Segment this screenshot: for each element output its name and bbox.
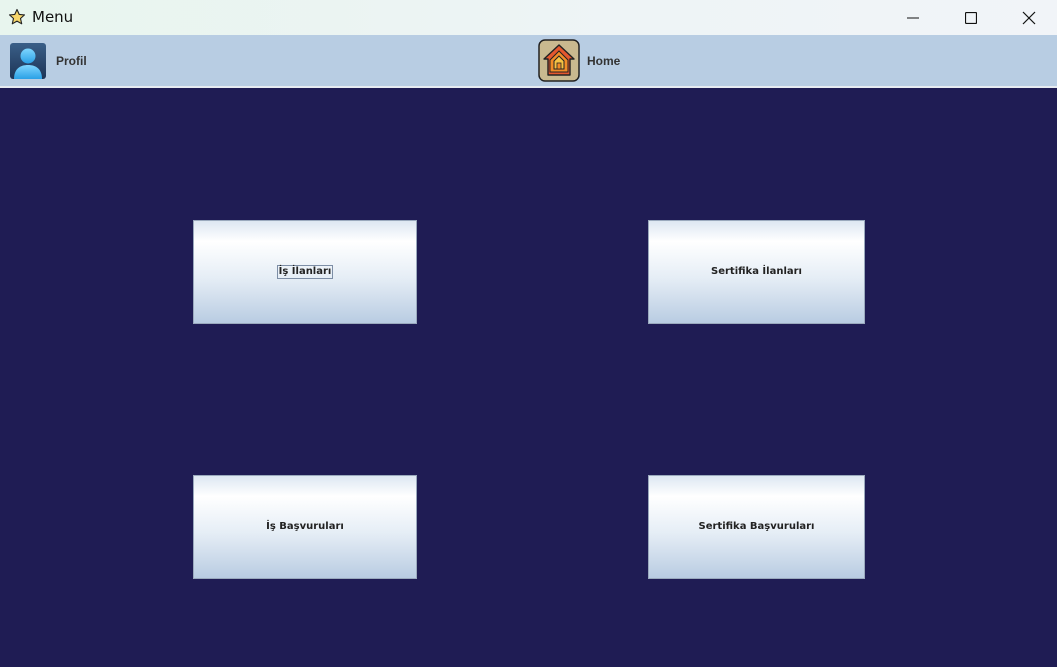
home-button[interactable]: Home bbox=[538, 39, 638, 83]
window-titlebar[interactable]: Menu bbox=[0, 0, 1057, 35]
maximize-button[interactable] bbox=[942, 0, 1000, 35]
profile-label: Profil bbox=[56, 54, 87, 68]
sertifika-basvurulari-button[interactable]: Sertifika Başvuruları bbox=[648, 475, 865, 579]
sertifika-basvurulari-label: Sertifika Başvuruları bbox=[698, 521, 815, 532]
is-basvurulari-button[interactable]: İş Başvuruları bbox=[193, 475, 417, 579]
window-title: Menu bbox=[32, 8, 74, 26]
sertifika-ilanlari-label: Sertifika İlanları bbox=[711, 266, 802, 277]
is-ilanlari-label: İş İlanları bbox=[276, 265, 334, 279]
user-avatar-icon bbox=[10, 43, 46, 79]
house-icon bbox=[538, 39, 580, 82]
star-icon bbox=[8, 8, 26, 25]
top-toolbar: Profil Home bbox=[0, 35, 1057, 88]
close-icon bbox=[1022, 11, 1036, 24]
profile-button[interactable]: Profil bbox=[8, 41, 108, 81]
sertifika-ilanlari-button[interactable]: Sertifika İlanları bbox=[648, 220, 865, 324]
home-label: Home bbox=[587, 54, 621, 68]
is-ilanlari-button[interactable]: İş İlanları bbox=[193, 220, 417, 324]
close-button[interactable] bbox=[1000, 0, 1057, 35]
maximize-icon bbox=[965, 11, 977, 24]
minimize-button[interactable] bbox=[884, 0, 942, 35]
minimize-icon bbox=[907, 17, 919, 18]
is-basvurulari-label: İş Başvuruları bbox=[266, 521, 344, 532]
